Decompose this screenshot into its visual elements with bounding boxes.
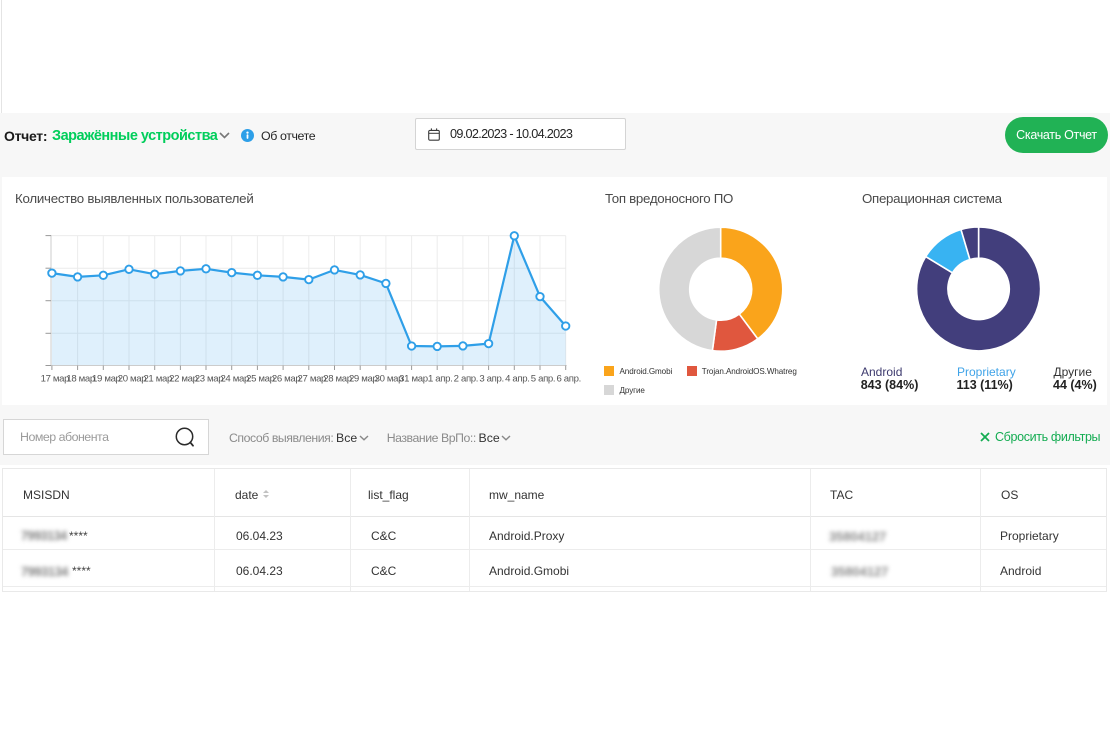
svg-text:18 мар: 18 мар [66, 374, 95, 385]
svg-text:21 мар: 21 мар [143, 374, 172, 385]
svg-text:29 мар: 29 мар [349, 374, 378, 385]
svg-text:25 мар: 25 мар [246, 374, 275, 385]
svg-text:23 мар: 23 мар [195, 374, 224, 385]
svg-text:19 мар: 19 мар [92, 374, 121, 385]
svg-text:17 мар: 17 мар [41, 374, 70, 385]
svg-text:1 апр.: 1 апр. [428, 374, 452, 385]
svg-text:31 мар.: 31 мар. [399, 374, 430, 385]
svg-text:26 мар: 26 мар [272, 374, 301, 385]
svg-text:24 мар: 24 мар [220, 374, 249, 385]
svg-text:22 мар: 22 мар [169, 374, 198, 385]
svg-text:27 мар: 27 мар [298, 374, 327, 385]
svg-text:20 мар: 20 мар [118, 374, 147, 385]
svg-text:28 мар: 28 мар [323, 374, 352, 385]
svg-text:3 апр.: 3 апр. [479, 374, 503, 385]
svg-text:4 апр.: 4 апр. [505, 374, 529, 385]
svg-text:2 апр.: 2 апр. [454, 374, 478, 385]
svg-text:5 апр.: 5 апр. [531, 374, 555, 385]
svg-text:6 апр.: 6 апр. [556, 374, 580, 385]
